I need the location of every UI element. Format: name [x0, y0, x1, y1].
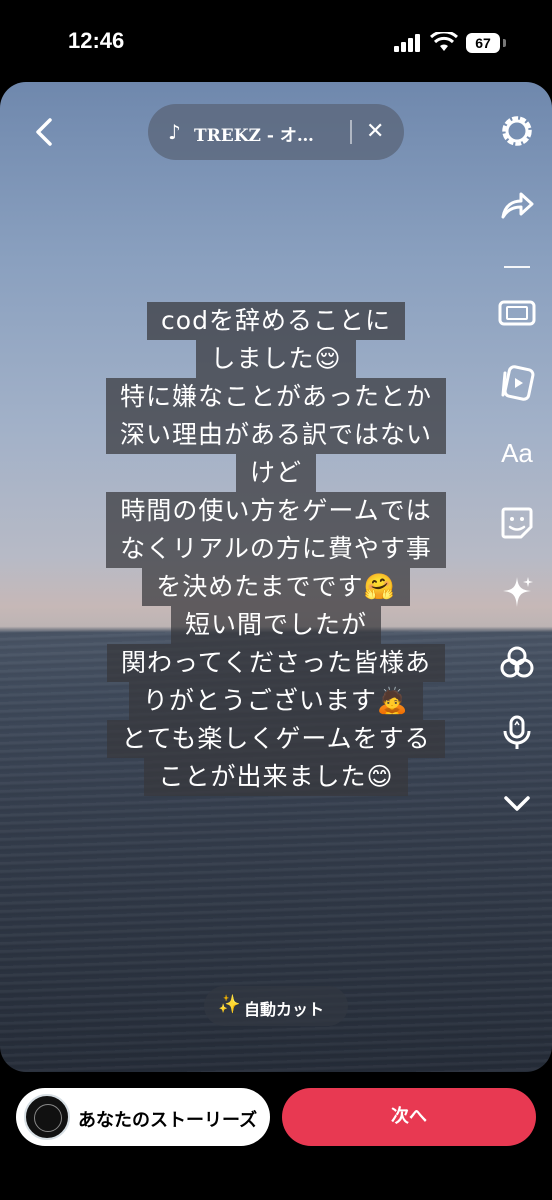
caption-line: 関わってくださった皆様あ [106, 644, 445, 682]
caption-line: 短い間でしたが [170, 606, 381, 644]
caption-line: なくリアルの方に費やす事 [106, 530, 446, 568]
your-story-button[interactable]: あなたのストーリーズ [16, 1088, 270, 1146]
status-bar: 12:46 67 [0, 0, 552, 80]
caption-line: codを辞めることに [147, 302, 405, 340]
avatar [24, 1094, 70, 1140]
caption-line: とても楽しくゲームをする [107, 720, 445, 758]
auto-cut-button[interactable]: ✨ 自動カット [204, 986, 348, 1026]
share-icon[interactable] [490, 178, 544, 232]
caption-text-block[interactable]: codを辞めることに しました😌 特に嫌なことがあったとか 深い理由がある訳では… [0, 302, 552, 796]
caption-line: りがとうございます🙇 [128, 682, 424, 720]
next-button[interactable]: 次へ [282, 1088, 536, 1146]
music-note-icon: ♪ [168, 120, 181, 144]
battery-indicator: 67 [466, 33, 500, 53]
signal-icon [394, 34, 420, 52]
music-close-button[interactable]: ✕ [366, 119, 384, 144]
caption-line: 時間の使い方をゲームでは [106, 492, 446, 530]
caption-line: しました😌 [196, 340, 356, 378]
tool-separator [504, 266, 530, 268]
music-divider [350, 120, 352, 144]
settings-icon[interactable] [490, 104, 544, 158]
status-time: 12:46 [68, 28, 125, 53]
caption-line: 特に嫌なことがあったとか [105, 378, 446, 416]
wifi-icon [430, 32, 458, 51]
caption-line: 深い理由がある訳ではない [105, 416, 446, 454]
music-title: TREKZ - オ… [194, 126, 314, 146]
caption-line: けど [235, 454, 316, 492]
bottom-bar: あなたのストーリーズ 次へ [0, 1072, 552, 1200]
your-story-label: あなたのストーリーズ [78, 1110, 258, 1131]
music-sticker[interactable]: ♪ TREKZ - オ… ✕ [148, 104, 404, 160]
caption-line: を決めたまでです🤗 [142, 568, 410, 606]
auto-cut-label: 自動カット [244, 1000, 325, 1019]
story-canvas[interactable]: ♪ TREKZ - オ… ✕ Aa codを辞めることに しました😌 特に嫌なこ… [0, 82, 552, 1072]
back-icon[interactable] [26, 114, 62, 150]
caption-line: ことが出来ました😊 [144, 758, 408, 796]
battery-tip [503, 39, 506, 47]
sparkle-icon: ✨ [218, 994, 241, 1015]
